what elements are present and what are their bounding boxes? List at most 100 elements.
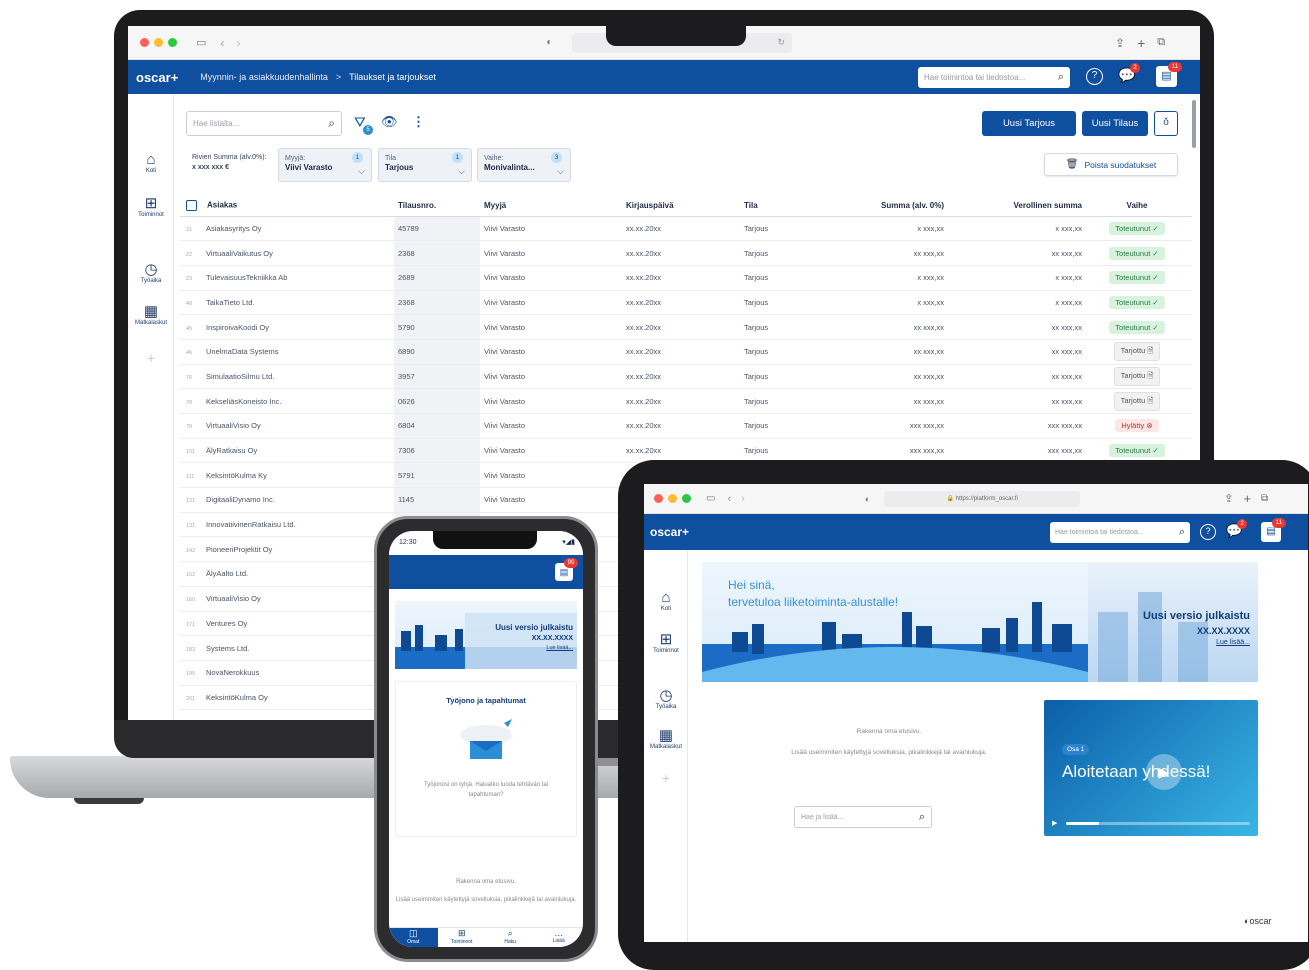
sidebar-item-koti[interactable]: ⌂ Koti (644, 590, 688, 613)
phase-badge[interactable]: Toteutunut ✓ (1109, 295, 1165, 309)
phase-badge[interactable]: Toteutunut ✓ (1109, 221, 1165, 235)
maximize-dot[interactable] (168, 37, 177, 47)
customer-name[interactable]: VirtuaaliVaikutus Oy (206, 249, 273, 258)
back-icon[interactable]: ‹ (220, 36, 224, 50)
maximize-dot[interactable] (682, 493, 691, 503)
col-header-phase[interactable]: Vaihe (1082, 196, 1192, 217)
table-row[interactable]: 76 SimulaatioSilmu Ltd. 3957 Viivi Varasto x… (180, 364, 1192, 390)
new-tab-icon[interactable]: + (1137, 35, 1145, 51)
customer-name[interactable]: UnelmaData Systems (206, 347, 279, 356)
column-settings-button[interactable]: ǒ (1154, 111, 1178, 136)
sidebar-item-koti[interactable]: ⌂ Koti (128, 152, 174, 175)
customer-name[interactable]: ÄlyRatkaisu Oy (206, 446, 257, 455)
help-icon[interactable]: ? (1086, 68, 1103, 85)
video-progress-bar[interactable] (1066, 822, 1250, 825)
close-dot[interactable] (140, 37, 149, 47)
filter-status[interactable]: Tila Tarjous 1 ⌵ (378, 148, 472, 182)
address-bar[interactable]: 🔒 https://platform_oscar.fi (884, 490, 1081, 507)
add-shortcut-icon[interactable]: + (644, 770, 688, 786)
customer-name[interactable]: Systems Ltd. (206, 644, 249, 653)
search-icon[interactable]: ⌕ (1179, 526, 1185, 539)
table-row[interactable]: 22 VirtuaaliVaikutus Oy 2368 Viivi Varasto x… (180, 240, 1192, 266)
minimize-dot[interactable] (154, 37, 163, 47)
list-search-input[interactable]: Hae listalta... ⌕ (186, 111, 342, 136)
sidebar-item-toiminnot[interactable]: ⊞ Toiminnot (644, 632, 688, 655)
phase-badge[interactable]: Toteutunut ✓ (1109, 320, 1165, 334)
share-icon[interactable]: ⇪ (1224, 492, 1233, 505)
col-header-order-number[interactable]: Tilausnro. (394, 196, 480, 217)
nav-more[interactable]: … Lisää (535, 928, 584, 947)
sidebar-item-matkalaskut[interactable]: ▦ Matkalaskut (644, 728, 688, 751)
customer-name[interactable]: SimulaatioSilmu Ltd. (206, 372, 274, 381)
forward-icon[interactable]: › (236, 36, 240, 50)
play-icon[interactable]: ▶ (1146, 754, 1182, 790)
table-row[interactable]: 45 InspiroivaKoodi Oy 5790 Viivi Varasto xx.… (180, 314, 1192, 340)
customer-name[interactable]: Asiakasyritys Oy (206, 224, 261, 233)
tabs-icon[interactable]: ⧉ (1157, 36, 1165, 49)
share-icon[interactable]: ⇪ (1115, 36, 1125, 50)
customer-name[interactable]: InspiroivaKoodi Oy (206, 323, 269, 332)
eye-icon[interactable]: 👁 (381, 114, 398, 130)
vertical-scrollbar[interactable] (1192, 100, 1196, 148)
sidebar-item-toiminnot[interactable]: ⊞ Toiminnot (128, 196, 174, 219)
customer-name[interactable]: PioneeriProjektit Oy (206, 545, 272, 554)
play-small-icon[interactable]: ▶ (1052, 819, 1057, 827)
filter-seller[interactable]: Myyjä: Viivi Varasto 1 ⌵ (278, 148, 372, 182)
table-row[interactable]: 79 VirtuaaliVisio Oy 6804 Viivi Varasto xx.x… (180, 413, 1192, 439)
filter-phase[interactable]: Vaihe: Monivalinta... 3 ⌵ (477, 148, 571, 182)
customer-name[interactable]: KekseliäsKoneisto Inc. (206, 397, 281, 406)
new-order-button[interactable]: Uusi Tilaus (1082, 111, 1148, 136)
more-options-icon[interactable]: ⋮ (412, 114, 425, 130)
phone-release-banner[interactable]: Uusi versio julkaistu XX.XX.XXXX Lue lis… (395, 601, 577, 669)
nav-actions[interactable]: ⊞ Toiminnot (438, 928, 487, 947)
new-offer-button[interactable]: Uusi Tarjous (982, 111, 1076, 136)
customer-name[interactable]: TulevaisuusTekniikka Ab (206, 273, 287, 282)
customer-name[interactable]: VirtuaaliVisio Oy (206, 594, 261, 603)
breadcrumb-section[interactable]: Myynnin- ja asiakkuudenhallinta (200, 72, 328, 82)
customer-name[interactable]: ÄlyAalto Ltd. (206, 569, 248, 578)
sidebar-item-matkalaskut[interactable]: ▦ Matkalaskut (128, 304, 174, 327)
clear-filters-button[interactable]: 🗑 Poista suodatukset (1044, 153, 1178, 176)
sidebar-item-tyoaika[interactable]: ◷ Työaika (644, 688, 688, 711)
customer-name[interactable]: KeksintöKulma Ky (206, 471, 267, 480)
table-row[interactable]: 46 UnelmaData Systems 6890 Viivi Varasto xx.… (180, 339, 1192, 365)
table-row[interactable]: 21 Asiakasyritys Oy 45789 Viivi Varasto xx.x… (180, 216, 1192, 242)
help-icon[interactable]: ? (1200, 524, 1216, 540)
release-banner[interactable]: Uusi versio julkaistu XX.XX.XXXX Lue lis… (1088, 562, 1258, 682)
customer-name[interactable]: KeksintöKulma Oy (206, 693, 268, 702)
forward-icon[interactable]: › (741, 493, 745, 505)
table-row[interactable]: 23 TulevaisuusTekniikka Ab 2689 Viivi Varas… (180, 265, 1192, 291)
nav-own[interactable]: ◫ Omat (389, 928, 438, 947)
table-row[interactable]: 40 TaikaTieto Ltd. 2368 Viivi Varasto xx.xx.… (180, 290, 1192, 316)
global-search-input[interactable]: Hae toimintoa tai tiedostoa... ⌕ (918, 67, 1070, 88)
phase-badge[interactable]: Toteutunut ✓ (1109, 246, 1165, 260)
col-header-customer[interactable]: Asiakas (180, 196, 394, 217)
search-icon[interactable]: ⌕ (919, 811, 925, 824)
search-icon[interactable]: ⌕ (1058, 71, 1064, 84)
customer-name[interactable]: DigitaaliDynamo Inc. (206, 495, 275, 504)
col-header-seller[interactable]: Myyjä (480, 196, 626, 217)
table-row[interactable]: 78 KekseliäsKoneisto Inc. 0626 Viivi Varast… (180, 388, 1192, 414)
phase-badge[interactable]: Tarjottu 🗎 (1113, 391, 1161, 411)
global-search-input[interactable]: Hae toimintoa tai tiedostoa... ⌕ (1050, 522, 1190, 543)
phase-badge[interactable]: Tarjottu 🗎 (1113, 366, 1161, 386)
sidebar-item-tyoaika[interactable]: ◷ Työaika (128, 262, 174, 285)
col-header-date[interactable]: Kirjauspäivä (626, 196, 744, 217)
customer-name[interactable]: Ventures Oy (206, 619, 247, 628)
customer-name[interactable]: VirtuaaliVisio Oy (206, 421, 261, 430)
col-header-gross-sum[interactable]: Verollinen summa (944, 196, 1082, 217)
onboarding-video[interactable]: Osa 1 Aloitetaan yhdessä! ▶ ▶ (1044, 700, 1258, 836)
col-header-status[interactable]: Tila (744, 196, 840, 217)
phase-badge[interactable]: Toteutunut ✓ (1109, 271, 1165, 285)
phase-badge[interactable]: Toteutunut ✓ (1109, 444, 1165, 458)
nav-search[interactable]: ⌕ Haku (486, 928, 535, 947)
customer-name[interactable]: NovaNerokkuus (206, 668, 259, 677)
tabs-icon[interactable]: ⧉ (1261, 493, 1268, 504)
read-more-link[interactable]: Lue lisää... (1216, 639, 1250, 646)
add-search-input[interactable]: Hae ja lisää... ⌕ (794, 806, 932, 828)
sidebar-toggle-icon[interactable]: ▭ (196, 36, 206, 49)
search-icon[interactable]: ⌕ (328, 116, 335, 131)
phase-badge[interactable]: Tarjottu 🗎 (1113, 342, 1161, 362)
select-all-checkbox[interactable] (186, 200, 197, 212)
customer-name[interactable]: TaikaTieto Ltd. (206, 298, 255, 307)
